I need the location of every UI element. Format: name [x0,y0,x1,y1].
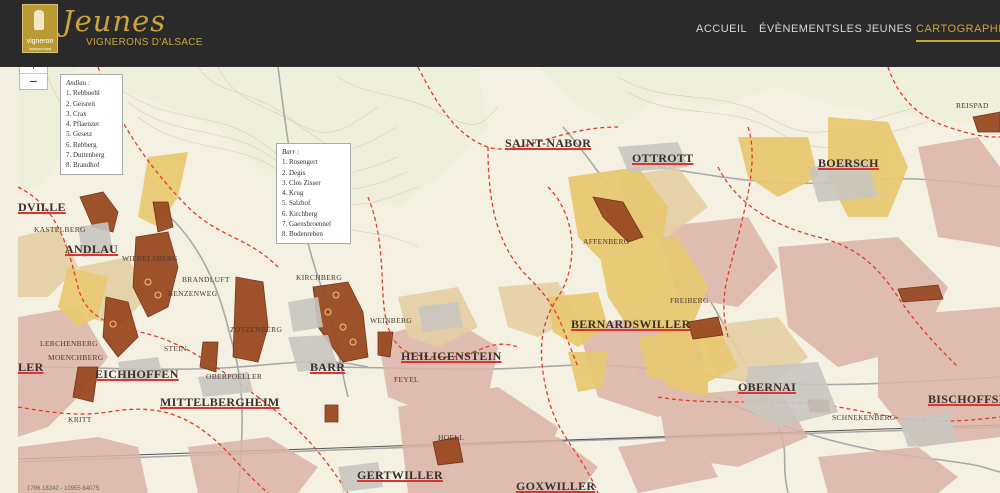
lieu-dit-label: KRITT [68,415,92,424]
legend-item: 6. Rebberg [66,140,97,149]
logo-figure-icon [34,10,44,30]
lieu-dit-label: FREIBERG [670,296,709,305]
village-label: MITTELBERGHEIM [160,395,280,409]
legend-item: 6. Kirchberg [282,209,318,218]
lieu-dit-label: ZOTZENBERG [230,325,283,334]
legend-item: 4. Krug [282,189,304,198]
lieu-dit-label: HOELL [438,433,465,442]
village-label: BERNARDSWILLER [571,317,691,331]
village-label: BISCHOFFSH [928,392,1000,406]
village-label: BARR [310,360,346,374]
village-label: LER [18,360,44,374]
nav-les-jeunes[interactable]: LES JEUNES [840,23,912,35]
village-label: BOERSCH [818,156,879,170]
zoom-out-button[interactable]: − [20,74,47,89]
village-label: ANDLAU [65,242,119,256]
legend-item: 8. Bodenreben [282,230,323,239]
lieu-dit-label: KASTELBERG [34,225,86,234]
logo-subtext: indépendant [28,46,52,51]
map-canvas [18,67,1000,493]
legend-item: 2. Degis [282,168,306,177]
legend-item: 7. Gaensbroennel [282,220,331,229]
lieu-dit-label: FEYEL [394,375,419,384]
legend-item: 1. Rosengert [282,158,318,167]
legend-item: 1. Rebbuehl [66,89,100,98]
village-label: OTTROTT [632,151,694,165]
lieu-dit-label: SCHNEKENBERG [832,413,896,422]
village-label: OBERNAI [738,380,797,394]
lieu-dit-label: OBERPOELLER [206,372,263,381]
lieu-dit-label: BRANDLUFT [182,275,230,284]
vineyard-map[interactable]: DVILLE ANDLAU SAINT-NABOR OTTROTT BOERSC… [18,67,1000,493]
legend-item: 7. Duttenberg [66,151,105,160]
village-label: DVILLE [18,200,66,214]
lieu-dit-label: AFFENBERG [583,237,630,246]
lieu-dit-label: BENZENWEG [168,289,218,298]
nav-accueil[interactable]: ACCUEIL [696,23,747,35]
legend-barr: Barr : 1. Rosengert 2. Degis 3. Clos Zis… [276,143,351,244]
legend-item: 2. Geisreit [66,99,96,108]
lieu-dit-label: LERCHENBERG [40,339,98,348]
village-label: GOXWILLER [516,479,596,493]
brand-title[interactable]: Jeunes [62,4,166,38]
village-label: HEILIGENSTEIN [401,349,502,363]
lieu-dit-label: WEINBERG [370,316,412,325]
legend-item: 5. Salzhof [282,199,311,208]
legend-title: Barr : [282,148,300,156]
village-label: GERTWILLER [357,468,443,482]
village-label: EICHHOFFEN [95,367,179,381]
logo[interactable]: vigneron indépendant [22,4,58,53]
legend-andlau: Andlau : 1. Rebbuehl 2. Geisreit 3. Crax… [60,74,123,175]
brand-subtitle[interactable]: VIGNERONS D'ALSACE [86,37,203,48]
legend-item: 5. Gesetz [66,130,93,139]
legend-item: 8. Brandhof [66,161,100,170]
legend-item: 3. Clos Zisser [282,178,321,187]
site-header: vigneron indépendant Jeunes VIGNERONS D'… [0,0,1000,67]
lieu-dit-label: MOENCHBERG [48,353,104,362]
coordinates-readout: 1796 18242 - 10955 84075 [27,486,100,492]
lieu-dit-label: STEIN [164,344,187,353]
legend-item: 4. Pflaenzer [66,120,100,129]
logo-text: vigneron [26,38,54,45]
nav-cartographie[interactable]: CARTOGRAPHIE [916,23,1000,42]
lieu-dit-label: WIEBELSBERG [122,254,178,263]
village-label: SAINT-NABOR [505,136,592,150]
legend-item: 3. Crax [66,109,87,118]
lieu-dit-label: REISPAD [956,101,989,110]
lieu-dit-label: KIRCHBERG [296,273,343,282]
nav-evenements[interactable]: ÉVÈNEMENTS [759,23,840,35]
legend-title: Andlau : [66,79,91,87]
zoom-control: + − [19,67,48,90]
